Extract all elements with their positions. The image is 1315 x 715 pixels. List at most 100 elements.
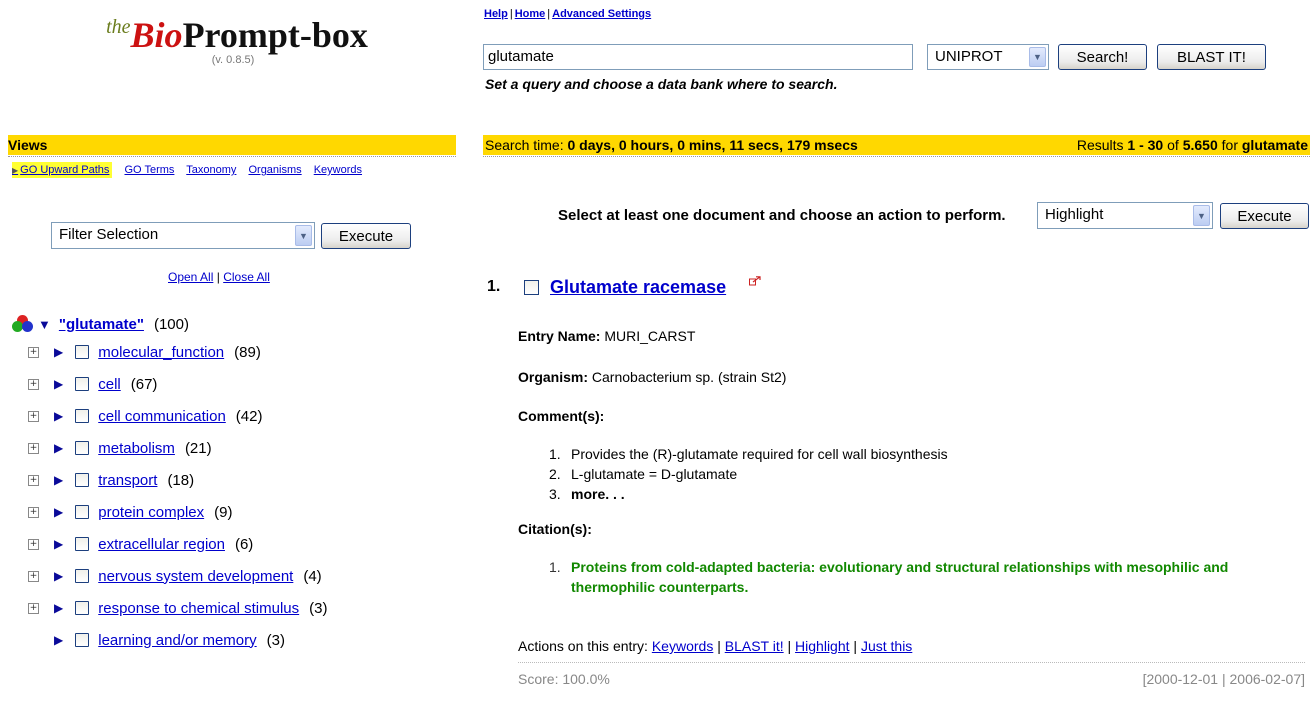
tree-item-link[interactable]: cell: [98, 376, 121, 393]
list-item: 3. more. . .: [549, 486, 625, 502]
expand-plus-icon[interactable]: +: [28, 442, 39, 454]
more-comments-link[interactable]: more. . .: [571, 486, 625, 502]
citations-heading: Citation(s):: [518, 521, 592, 537]
tree-item-checkbox[interactable]: [75, 441, 90, 455]
expand-plus-icon[interactable]: +: [28, 346, 39, 358]
document-action-prompt: Select at least one document and choose …: [558, 207, 1006, 224]
expanded-arrow-icon[interactable]: ▼: [38, 317, 51, 332]
views-tabs: ▶ GO Upward Paths GO Terms Taxonomy Organ…: [12, 162, 371, 178]
play-arrow-icon[interactable]: ▶: [54, 569, 63, 583]
organism-field: Organism: Carnobacterium sp. (strain St2…: [518, 369, 787, 385]
play-arrow-icon[interactable]: ▶: [54, 409, 63, 423]
expand-plus-icon[interactable]: +: [28, 378, 39, 390]
document-execute-button[interactable]: Execute: [1220, 203, 1309, 229]
tree-item-count: (9): [214, 503, 233, 521]
tree-item-checkbox[interactable]: [75, 537, 90, 551]
organism-value: Carnobacterium sp. (strain St2): [591, 369, 787, 385]
tree-item-checkbox[interactable]: [75, 633, 90, 647]
tree-item-count: (42): [235, 407, 263, 425]
expand-plus-icon[interactable]: +: [28, 474, 39, 486]
results-total: 5.650: [1182, 137, 1218, 153]
play-arrow-icon[interactable]: ▶: [54, 537, 63, 551]
tree-item-link[interactable]: metabolism: [98, 440, 175, 457]
just-this-action-link[interactable]: Just this: [861, 638, 912, 654]
entry-actions: Actions on this entry: Keywords | BLAST …: [518, 638, 913, 654]
play-arrow-icon[interactable]: ▶: [54, 473, 63, 487]
tree-item: ▶ learning and/or memory (3): [12, 624, 328, 656]
tree-item-link[interactable]: protein complex: [98, 504, 204, 521]
comments-list: 1. Provides the (R)-glutamate required fo…: [549, 446, 948, 506]
divider: [483, 156, 1310, 157]
comments-heading: Comment(s):: [518, 408, 605, 424]
logo-the: the: [106, 16, 131, 38]
play-arrow-icon[interactable]: ▶: [54, 345, 63, 359]
databank-select[interactable]: UNIPROT ▼: [927, 44, 1049, 70]
search-input[interactable]: glutamate: [483, 44, 913, 70]
expand-plus-icon[interactable]: +: [28, 602, 39, 614]
external-link-icon[interactable]: [749, 276, 761, 286]
tree-item-count: (4): [303, 567, 322, 585]
tree-item-count: (21): [184, 439, 212, 457]
tree-item-checkbox[interactable]: [75, 569, 90, 583]
entry-name-value: MURI_CARST: [604, 328, 696, 344]
search-button[interactable]: Search!: [1058, 44, 1147, 70]
list-item: 2. L-glutamate = D-glutamate: [549, 466, 738, 482]
tree-item-link[interactable]: extracellular region: [98, 536, 225, 553]
tree-item-link[interactable]: transport: [98, 472, 157, 489]
document-action-select[interactable]: Highlight ▼: [1037, 202, 1213, 229]
expand-plus-icon[interactable]: +: [28, 410, 39, 422]
filter-select[interactable]: Filter Selection ▼: [51, 222, 315, 249]
expand-plus-icon[interactable]: +: [28, 570, 39, 582]
result-number: 1.: [487, 278, 501, 295]
expand-plus-icon[interactable]: +: [28, 506, 39, 518]
result-title-link[interactable]: Glutamate racemase: [550, 277, 726, 298]
tree-item-link[interactable]: nervous system development: [98, 568, 293, 585]
tab-keywords[interactable]: Keywords: [314, 164, 362, 176]
tab-taxonomy[interactable]: Taxonomy: [186, 164, 236, 176]
play-arrow-icon[interactable]: ▶: [54, 505, 63, 519]
play-arrow-icon[interactable]: ▶: [54, 441, 63, 455]
tab-go-terms[interactable]: GO Terms: [124, 164, 174, 176]
blast-action-link[interactable]: BLAST it!: [725, 638, 784, 654]
search-time-label: Search time:: [485, 137, 564, 153]
play-arrow-icon[interactable]: ▶: [54, 601, 63, 615]
highlight-action-link[interactable]: Highlight: [795, 638, 849, 654]
blast-it-button[interactable]: BLAST IT!: [1157, 44, 1266, 70]
tree-item-checkbox[interactable]: [75, 377, 90, 391]
tree-item-link[interactable]: response to chemical stimulus: [98, 600, 299, 617]
tree-item-link[interactable]: learning and/or memory: [98, 632, 256, 649]
filter-execute-button[interactable]: Execute: [321, 223, 411, 249]
play-arrow-icon[interactable]: ▶: [54, 633, 63, 647]
keywords-action-link[interactable]: Keywords: [652, 638, 713, 654]
chevron-down-icon: ▼: [1193, 205, 1210, 226]
tree-item-link[interactable]: molecular_function: [98, 344, 224, 361]
tab-organisms[interactable]: Organisms: [248, 164, 301, 176]
tree-item-checkbox[interactable]: [75, 345, 90, 359]
tree-item-checkbox[interactable]: [75, 505, 90, 519]
advanced-settings-link[interactable]: Advanced Settings: [552, 8, 651, 20]
tab-go-upward-paths[interactable]: ▶ GO Upward Paths: [12, 162, 113, 178]
results-bar: Search time: 0 days, 0 hours, 0 mins, 11…: [483, 135, 1310, 155]
close-all-link[interactable]: Close All: [223, 270, 270, 284]
tree-item-checkbox[interactable]: [75, 409, 90, 423]
tree-item-checkbox[interactable]: [75, 473, 90, 487]
expand-plus-icon[interactable]: +: [28, 538, 39, 550]
tree-item-link[interactable]: cell communication: [98, 408, 226, 425]
results-range: 1 - 30: [1127, 137, 1164, 153]
open-close-links: Open All | Close All: [168, 270, 270, 284]
tree-item: + ▶ metabolism (21): [12, 432, 328, 464]
views-header: Views: [8, 135, 456, 155]
citation-text[interactable]: Proteins from cold-adapted bacteria: evo…: [571, 557, 1289, 597]
result-checkbox[interactable]: [524, 280, 539, 295]
logo-bio: Bio: [130, 15, 183, 55]
no-expand-spacer: [28, 635, 39, 646]
result-score: Score: 100.0%: [518, 671, 610, 687]
help-link[interactable]: Help: [484, 8, 508, 20]
triangle-right-icon: ▶: [12, 166, 19, 175]
logo-prompt-box: Prompt-box: [182, 15, 368, 55]
home-link[interactable]: Home: [515, 8, 546, 20]
tree-root-link[interactable]: "glutamate": [59, 316, 144, 333]
play-arrow-icon[interactable]: ▶: [54, 377, 63, 391]
open-all-link[interactable]: Open All: [168, 270, 213, 284]
tree-item-checkbox[interactable]: [75, 601, 90, 615]
